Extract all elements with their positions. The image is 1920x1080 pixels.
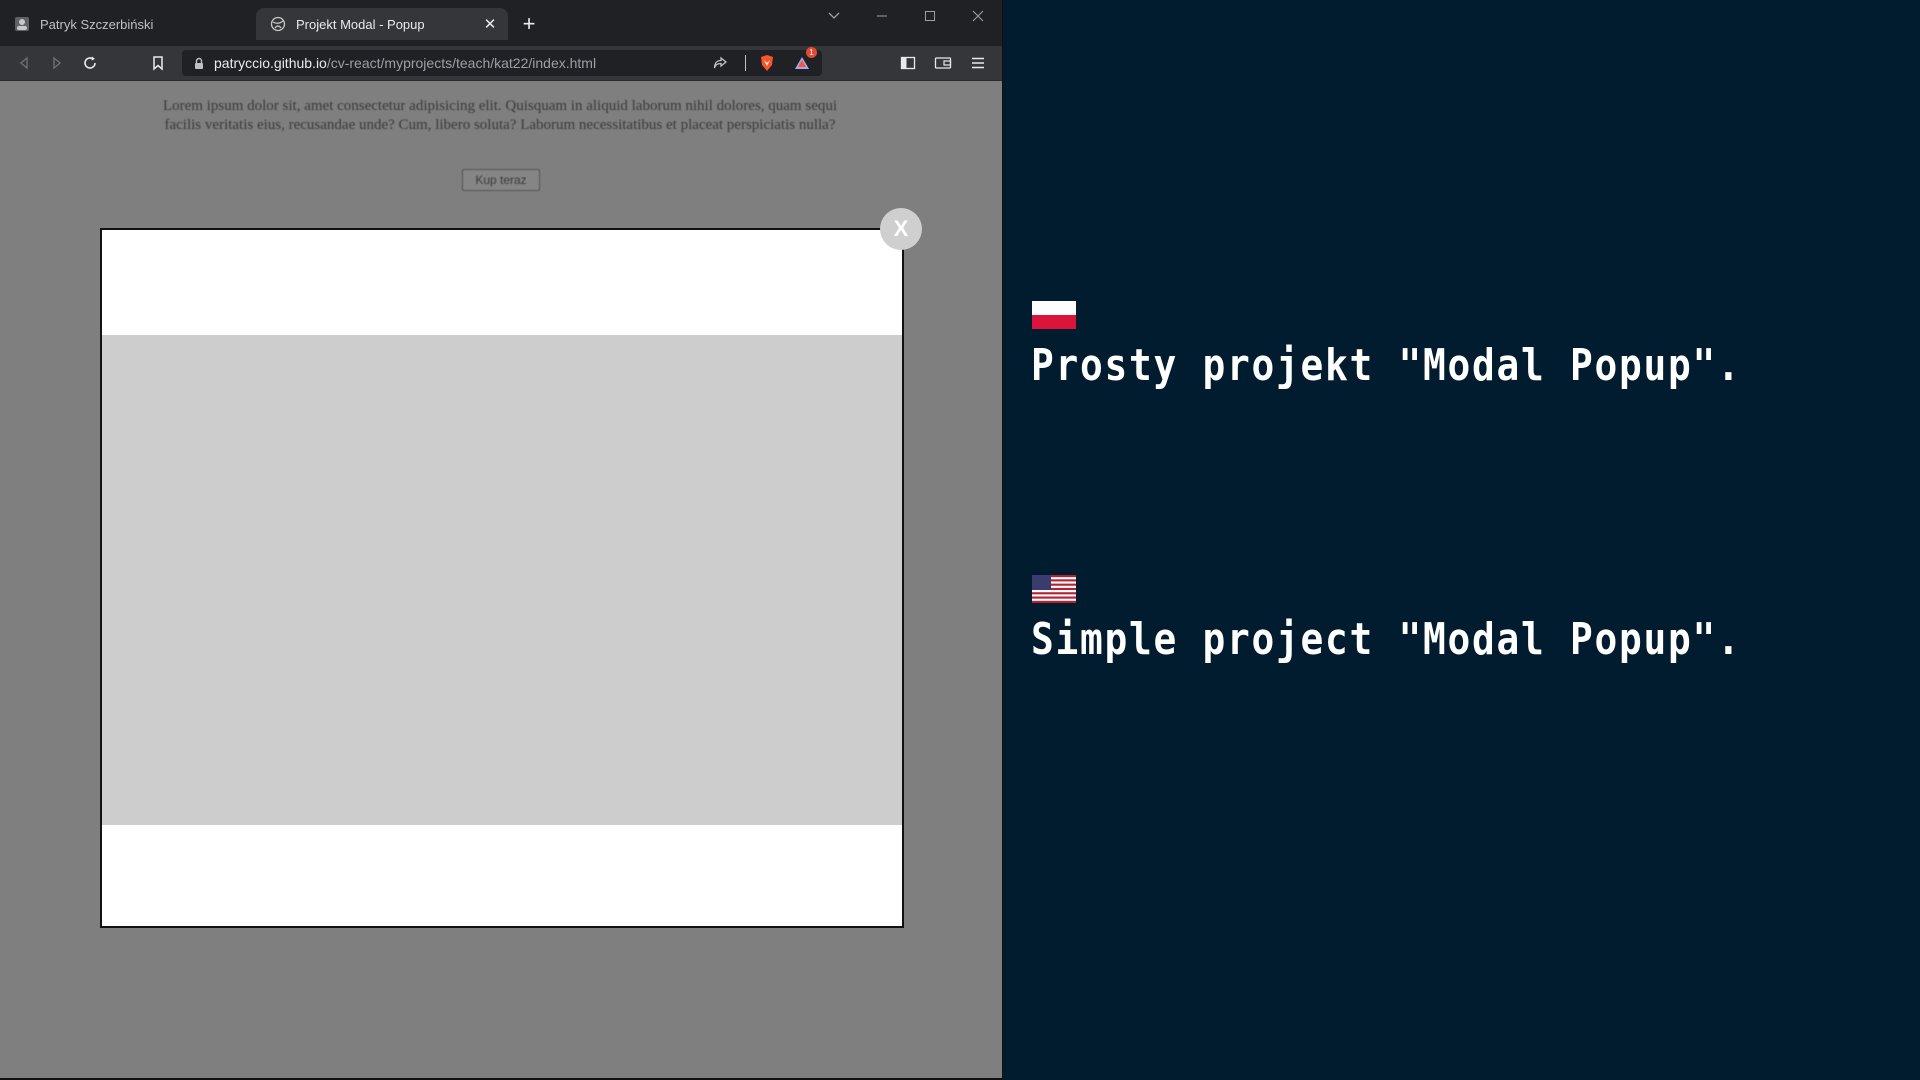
new-tab-button[interactable]: + <box>516 12 542 36</box>
browser-toolbar: patryccio.github.io/cv-react/myprojects/… <box>0 46 1002 81</box>
tab-search-chevron-icon[interactable] <box>817 4 851 28</box>
page-content: Lorem ipsum dolor sit, amet consectetur … <box>0 81 1002 1078</box>
minimize-icon[interactable] <box>865 4 899 28</box>
brave-rewards-icon[interactable]: 1 <box>790 47 817 75</box>
window-close-icon[interactable] <box>961 4 995 28</box>
modal-footer <box>102 825 902 926</box>
share-icon[interactable] <box>708 51 732 75</box>
back-icon[interactable] <box>12 51 36 75</box>
modal-header <box>102 230 902 335</box>
modal-close-button[interactable]: X <box>880 208 922 250</box>
menu-icon[interactable] <box>966 51 990 75</box>
tab-close-icon[interactable]: ✕ <box>480 14 500 34</box>
tab-projekt-modal[interactable]: Projekt Modal - Popup ✕ <box>256 8 508 40</box>
forward-icon[interactable] <box>45 51 69 75</box>
reload-icon[interactable] <box>78 51 102 75</box>
maximize-icon[interactable] <box>913 4 947 28</box>
sidebar-icon[interactable] <box>896 51 920 75</box>
buy-now-button[interactable]: Kup teraz <box>462 169 540 191</box>
tab-patryk[interactable]: Patryk Szczerbiński <box>0 8 254 40</box>
usa-flag-icon <box>1032 575 1076 603</box>
tab-title: Projekt Modal - Popup <box>296 16 425 32</box>
lorem-paragraph: Lorem ipsum dolor sit, amet consectetur … <box>162 98 838 133</box>
avatar-icon <box>14 16 30 32</box>
url-path: /cv-react/myprojects/teach/kat22/index.h… <box>326 55 597 71</box>
tab-strip: Patryk Szczerbiński Projekt Modal - Popu… <box>0 0 1002 46</box>
notification-badge: 1 <box>806 47 817 58</box>
wallet-icon[interactable] <box>931 51 955 75</box>
poland-flag-icon <box>1032 301 1076 329</box>
description-panel: Prosty projekt "Modal Popup". Simple pro… <box>1003 0 1920 1080</box>
tab-title: Patryk Szczerbiński <box>40 16 154 32</box>
brave-shields-icon[interactable] <box>755 51 779 75</box>
toolbar-divider <box>745 55 746 71</box>
modal-body <box>102 335 902 825</box>
browser-window: Patryk Szczerbiński Projekt Modal - Popu… <box>0 0 1003 1080</box>
description-polish: Prosty projekt "Modal Popup". <box>1031 340 1742 391</box>
url-host: patryccio.github.io <box>214 55 327 71</box>
bookmark-icon[interactable] <box>146 51 170 75</box>
globe-icon <box>270 16 286 32</box>
modal-popup <box>100 228 904 928</box>
description-english: Simple project "Modal Popup". <box>1031 614 1742 665</box>
lock-icon <box>194 57 204 70</box>
